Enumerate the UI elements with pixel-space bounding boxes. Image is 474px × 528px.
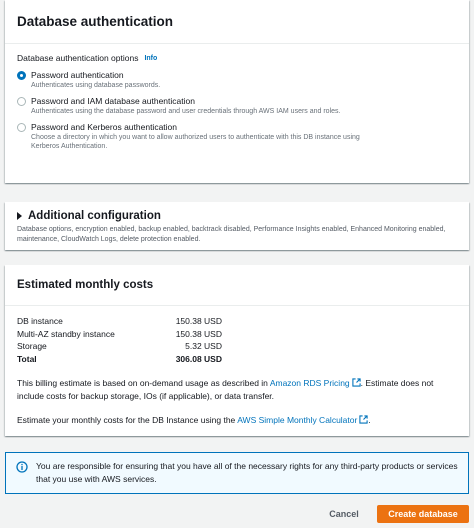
- database-authentication-panel: Database authentication Database authent…: [5, 0, 469, 183]
- costs-body: DB instance 150.38 USD Multi-AZ standby …: [5, 306, 469, 427]
- auth-panel-title: Database authentication: [17, 14, 174, 29]
- cost-row-storage: Storage 5.32 USD: [17, 340, 222, 353]
- cost-label: DB instance: [17, 316, 63, 326]
- external-link-icon[interactable]: [352, 378, 361, 387]
- radio-password-kerberos[interactable]: [17, 123, 26, 132]
- auth-option-title: Password and Kerberos authentication: [31, 122, 178, 132]
- additional-configuration-toggle[interactable]: Additional configuration: [17, 210, 457, 222]
- cancel-button[interactable]: Cancel: [322, 505, 366, 523]
- auth-option-title: Password and IAM database authentication: [31, 96, 195, 106]
- cost-label: Storage: [17, 341, 47, 351]
- calculator-text-start: Estimate your monthly costs for the DB I…: [17, 415, 236, 425]
- cost-value: 150.38 USD: [175, 328, 222, 339]
- radio-password-iam[interactable]: [17, 97, 26, 106]
- cost-table: DB instance 150.38 USD Multi-AZ standby …: [17, 315, 222, 365]
- aws-calculator-link[interactable]: AWS Simple Monthly Calculator: [237, 415, 368, 425]
- additional-configuration-description: Database options, encryption enabled, ba…: [17, 226, 446, 243]
- auth-option-description: Authenticates using the database passwor…: [31, 108, 341, 115]
- cost-label: Multi-AZ standby instance: [17, 328, 115, 339]
- info-icon: [16, 461, 28, 473]
- cost-value: 5.32 USD: [185, 341, 222, 351]
- auth-option-text: Password authentication Authenticates us…: [31, 69, 160, 90]
- caret-right-icon[interactable]: [17, 212, 22, 220]
- auth-options-group: Database authentication options Info Pas…: [5, 44, 469, 151]
- auth-options-label-row: Database authentication options Info: [17, 52, 457, 64]
- radio-password-selected[interactable]: [17, 71, 26, 80]
- cost-label: Total: [17, 353, 37, 364]
- amazon-rds-pricing-link[interactable]: Amazon RDS Pricing: [270, 378, 361, 388]
- costs-panel-title: Estimated monthly costs: [17, 279, 154, 291]
- calculator-text-end: .: [368, 415, 371, 425]
- additional-configuration-row: Additional configuration Database option…: [5, 202, 469, 245]
- external-link-icon[interactable]: [359, 415, 368, 424]
- auth-option-title: Password authentication: [31, 70, 124, 80]
- auth-option-text: Password and Kerberos authentication Cho…: [31, 121, 371, 151]
- calculator-link-label[interactable]: AWS Simple Monthly Calculator: [237, 415, 357, 425]
- estimated-costs-panel: Estimated monthly costs DB instance 150.…: [5, 265, 469, 436]
- calculator-text: Estimate your monthly costs for the DB I…: [17, 414, 457, 427]
- auth-option-description: Choose a directory in which you want to …: [31, 134, 360, 150]
- cost-value: 306.08 USD: [175, 353, 222, 364]
- auth-option-description: Authenticates using database passwords.: [31, 82, 161, 89]
- notice-text: You are responsible for ensuring that yo…: [36, 461, 458, 484]
- additional-configuration-title[interactable]: Additional configuration: [28, 210, 161, 222]
- cost-row-db-instance: DB instance 150.38 USD: [17, 315, 222, 328]
- responsibility-notice: You are responsible for ensuring that yo…: [5, 452, 469, 494]
- auth-option-text: Password and IAM database authentication…: [31, 95, 340, 116]
- costs-panel-header: Estimated monthly costs: [5, 265, 469, 306]
- info-link[interactable]: Info: [144, 55, 157, 62]
- pricing-link-label[interactable]: Amazon RDS Pricing: [270, 378, 350, 388]
- cost-row-total: Total 306.08 USD: [17, 353, 222, 366]
- auth-options-label: Database authentication options: [17, 53, 139, 63]
- auth-option-password-kerberos[interactable]: Password and Kerberos authentication Cho…: [17, 121, 457, 151]
- auth-option-password[interactable]: Password authentication Authenticates us…: [17, 69, 457, 90]
- auth-panel-header: Database authentication: [5, 0, 469, 44]
- cost-row-standby: Multi-AZ standby instance 150.38 USD: [17, 328, 222, 341]
- create-database-button[interactable]: Create database: [377, 505, 469, 523]
- additional-configuration-panel: Additional configuration Database option…: [5, 202, 469, 250]
- billing-estimate-text: This billing estimate is based on on-dem…: [17, 377, 457, 402]
- billing-text-start: This billing estimate is based on on-dem…: [17, 378, 268, 388]
- auth-option-password-iam[interactable]: Password and IAM database authentication…: [17, 95, 457, 116]
- cost-value: 150.38 USD: [175, 316, 222, 326]
